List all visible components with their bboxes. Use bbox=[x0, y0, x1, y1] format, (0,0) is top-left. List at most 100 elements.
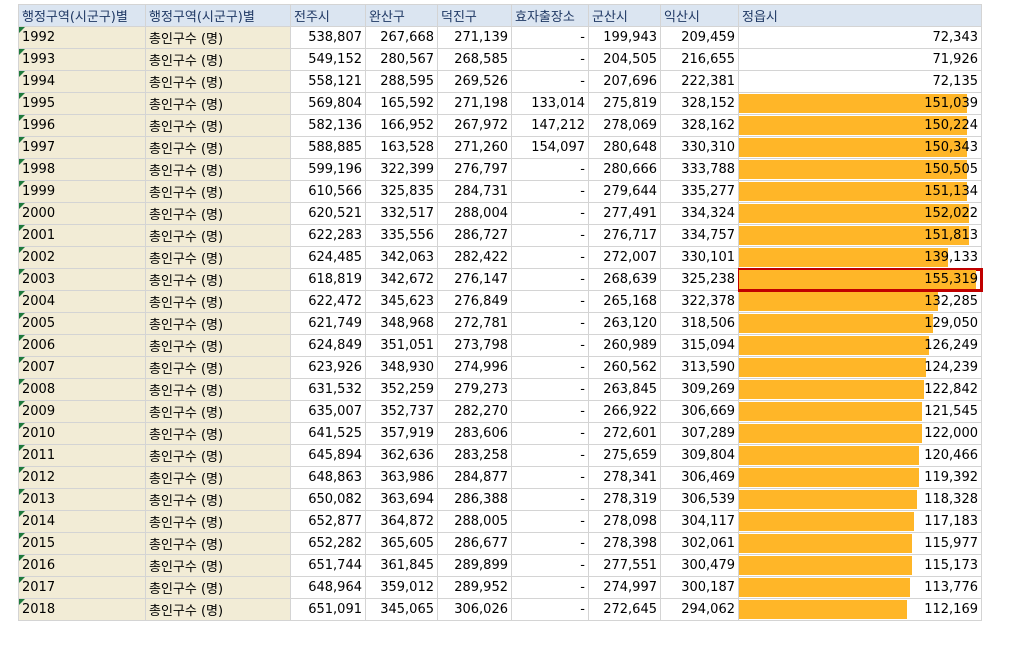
value-cell[interactable]: 286,677 bbox=[437, 532, 512, 555]
category-cell[interactable]: 총인구수 (명) bbox=[145, 290, 291, 313]
value-cell[interactable]: 588,885 bbox=[290, 136, 366, 159]
value-cell[interactable]: 348,968 bbox=[365, 312, 438, 335]
value-cell[interactable]: 282,270 bbox=[437, 400, 512, 423]
value-cell[interactable]: - bbox=[511, 532, 589, 555]
jeongeup-value-cell[interactable]: 119,392 bbox=[738, 466, 982, 489]
value-cell[interactable]: 288,005 bbox=[437, 510, 512, 533]
category-cell[interactable]: 총인구수 (명) bbox=[145, 510, 291, 533]
jeongeup-value-cell[interactable]: 120,466 bbox=[738, 444, 982, 467]
value-cell[interactable]: 147,212 bbox=[511, 114, 589, 137]
value-cell[interactable]: - bbox=[511, 510, 589, 533]
value-cell[interactable]: 277,551 bbox=[588, 554, 661, 577]
year-cell[interactable]: 2005 bbox=[18, 312, 146, 335]
value-cell[interactable]: 624,849 bbox=[290, 334, 366, 357]
value-cell[interactable]: 272,781 bbox=[437, 312, 512, 335]
jeongeup-value-cell[interactable]: 72,343 bbox=[738, 26, 982, 49]
jeongeup-value-cell[interactable]: 132,285 bbox=[738, 290, 982, 313]
value-cell[interactable]: 278,341 bbox=[588, 466, 661, 489]
value-cell[interactable]: 263,845 bbox=[588, 378, 661, 401]
value-cell[interactable]: 345,065 bbox=[365, 598, 438, 621]
value-cell[interactable]: 267,972 bbox=[437, 114, 512, 137]
value-cell[interactable]: 306,026 bbox=[437, 598, 512, 621]
value-cell[interactable]: 272,601 bbox=[588, 422, 661, 445]
category-cell[interactable]: 총인구수 (명) bbox=[145, 48, 291, 71]
year-cell[interactable]: 2010 bbox=[18, 422, 146, 445]
year-cell[interactable]: 2012 bbox=[18, 466, 146, 489]
value-cell[interactable]: 622,472 bbox=[290, 290, 366, 313]
value-cell[interactable]: 335,556 bbox=[365, 224, 438, 247]
category-cell[interactable]: 총인구수 (명) bbox=[145, 136, 291, 159]
value-cell[interactable]: 610,566 bbox=[290, 180, 366, 203]
value-cell[interactable]: 260,989 bbox=[588, 334, 661, 357]
year-cell[interactable]: 2013 bbox=[18, 488, 146, 511]
value-cell[interactable]: - bbox=[511, 598, 589, 621]
value-cell[interactable]: 274,996 bbox=[437, 356, 512, 379]
jeongeup-value-cell[interactable]: 126,249 bbox=[738, 334, 982, 357]
value-cell[interactable]: 599,196 bbox=[290, 158, 366, 181]
value-cell[interactable]: 325,835 bbox=[365, 180, 438, 203]
value-cell[interactable]: 222,381 bbox=[660, 70, 739, 93]
jeongeup-value-cell[interactable]: 151,813 bbox=[738, 224, 982, 247]
value-cell[interactable]: 648,964 bbox=[290, 576, 366, 599]
year-cell[interactable]: 2017 bbox=[18, 576, 146, 599]
value-cell[interactable]: 284,731 bbox=[437, 180, 512, 203]
value-cell[interactable]: 348,930 bbox=[365, 356, 438, 379]
category-cell[interactable]: 총인구수 (명) bbox=[145, 92, 291, 115]
jeongeup-value-cell[interactable]: 152,022 bbox=[738, 202, 982, 225]
value-cell[interactable]: 276,797 bbox=[437, 158, 512, 181]
jeongeup-value-cell[interactable]: 150,343 bbox=[738, 136, 982, 159]
value-cell[interactable]: 263,120 bbox=[588, 312, 661, 335]
value-cell[interactable]: - bbox=[511, 356, 589, 379]
value-cell[interactable]: 280,567 bbox=[365, 48, 438, 71]
value-cell[interactable]: 365,605 bbox=[365, 532, 438, 555]
category-cell[interactable]: 총인구수 (명) bbox=[145, 334, 291, 357]
value-cell[interactable]: 278,398 bbox=[588, 532, 661, 555]
jeongeup-value-cell[interactable]: 150,224 bbox=[738, 114, 982, 137]
value-cell[interactable]: 623,926 bbox=[290, 356, 366, 379]
value-cell[interactable]: 322,378 bbox=[660, 290, 739, 313]
year-cell[interactable]: 2008 bbox=[18, 378, 146, 401]
value-cell[interactable]: 645,894 bbox=[290, 444, 366, 467]
column-header[interactable]: 전주시 bbox=[290, 4, 366, 27]
value-cell[interactable]: 309,269 bbox=[660, 378, 739, 401]
value-cell[interactable]: 278,319 bbox=[588, 488, 661, 511]
value-cell[interactable]: 569,804 bbox=[290, 92, 366, 115]
category-cell[interactable]: 총인구수 (명) bbox=[145, 576, 291, 599]
value-cell[interactable]: 332,517 bbox=[365, 202, 438, 225]
jeongeup-value-cell[interactable]: 122,000 bbox=[738, 422, 982, 445]
year-cell[interactable]: 2018 bbox=[18, 598, 146, 621]
value-cell[interactable]: 267,668 bbox=[365, 26, 438, 49]
value-cell[interactable]: 268,585 bbox=[437, 48, 512, 71]
year-cell[interactable]: 1998 bbox=[18, 158, 146, 181]
value-cell[interactable]: 641,525 bbox=[290, 422, 366, 445]
value-cell[interactable]: 328,152 bbox=[660, 92, 739, 115]
value-cell[interactable]: 289,899 bbox=[437, 554, 512, 577]
value-cell[interactable]: - bbox=[511, 268, 589, 291]
column-header[interactable]: 효자출장소 bbox=[511, 4, 589, 27]
value-cell[interactable]: 648,863 bbox=[290, 466, 366, 489]
year-cell[interactable]: 2016 bbox=[18, 554, 146, 577]
value-cell[interactable]: 279,273 bbox=[437, 378, 512, 401]
value-cell[interactable]: 276,147 bbox=[437, 268, 512, 291]
year-cell[interactable]: 1993 bbox=[18, 48, 146, 71]
value-cell[interactable]: 363,694 bbox=[365, 488, 438, 511]
year-cell[interactable]: 2002 bbox=[18, 246, 146, 269]
value-cell[interactable]: 318,506 bbox=[660, 312, 739, 335]
jeongeup-value-cell[interactable]: 139,133 bbox=[738, 246, 982, 269]
category-cell[interactable]: 총인구수 (명) bbox=[145, 202, 291, 225]
value-cell[interactable]: 271,260 bbox=[437, 136, 512, 159]
category-cell[interactable]: 총인구수 (명) bbox=[145, 312, 291, 335]
jeongeup-value-cell[interactable]: 71,926 bbox=[738, 48, 982, 71]
jeongeup-value-cell[interactable]: 124,239 bbox=[738, 356, 982, 379]
value-cell[interactable]: 322,399 bbox=[365, 158, 438, 181]
value-cell[interactable]: 207,696 bbox=[588, 70, 661, 93]
year-cell[interactable]: 1999 bbox=[18, 180, 146, 203]
category-cell[interactable]: 총인구수 (명) bbox=[145, 598, 291, 621]
value-cell[interactable]: 342,063 bbox=[365, 246, 438, 269]
value-cell[interactable]: 351,051 bbox=[365, 334, 438, 357]
year-cell[interactable]: 1994 bbox=[18, 70, 146, 93]
value-cell[interactable]: - bbox=[511, 466, 589, 489]
value-cell[interactable]: - bbox=[511, 26, 589, 49]
jeongeup-value-cell[interactable]: 151,134 bbox=[738, 180, 982, 203]
value-cell[interactable]: 345,623 bbox=[365, 290, 438, 313]
